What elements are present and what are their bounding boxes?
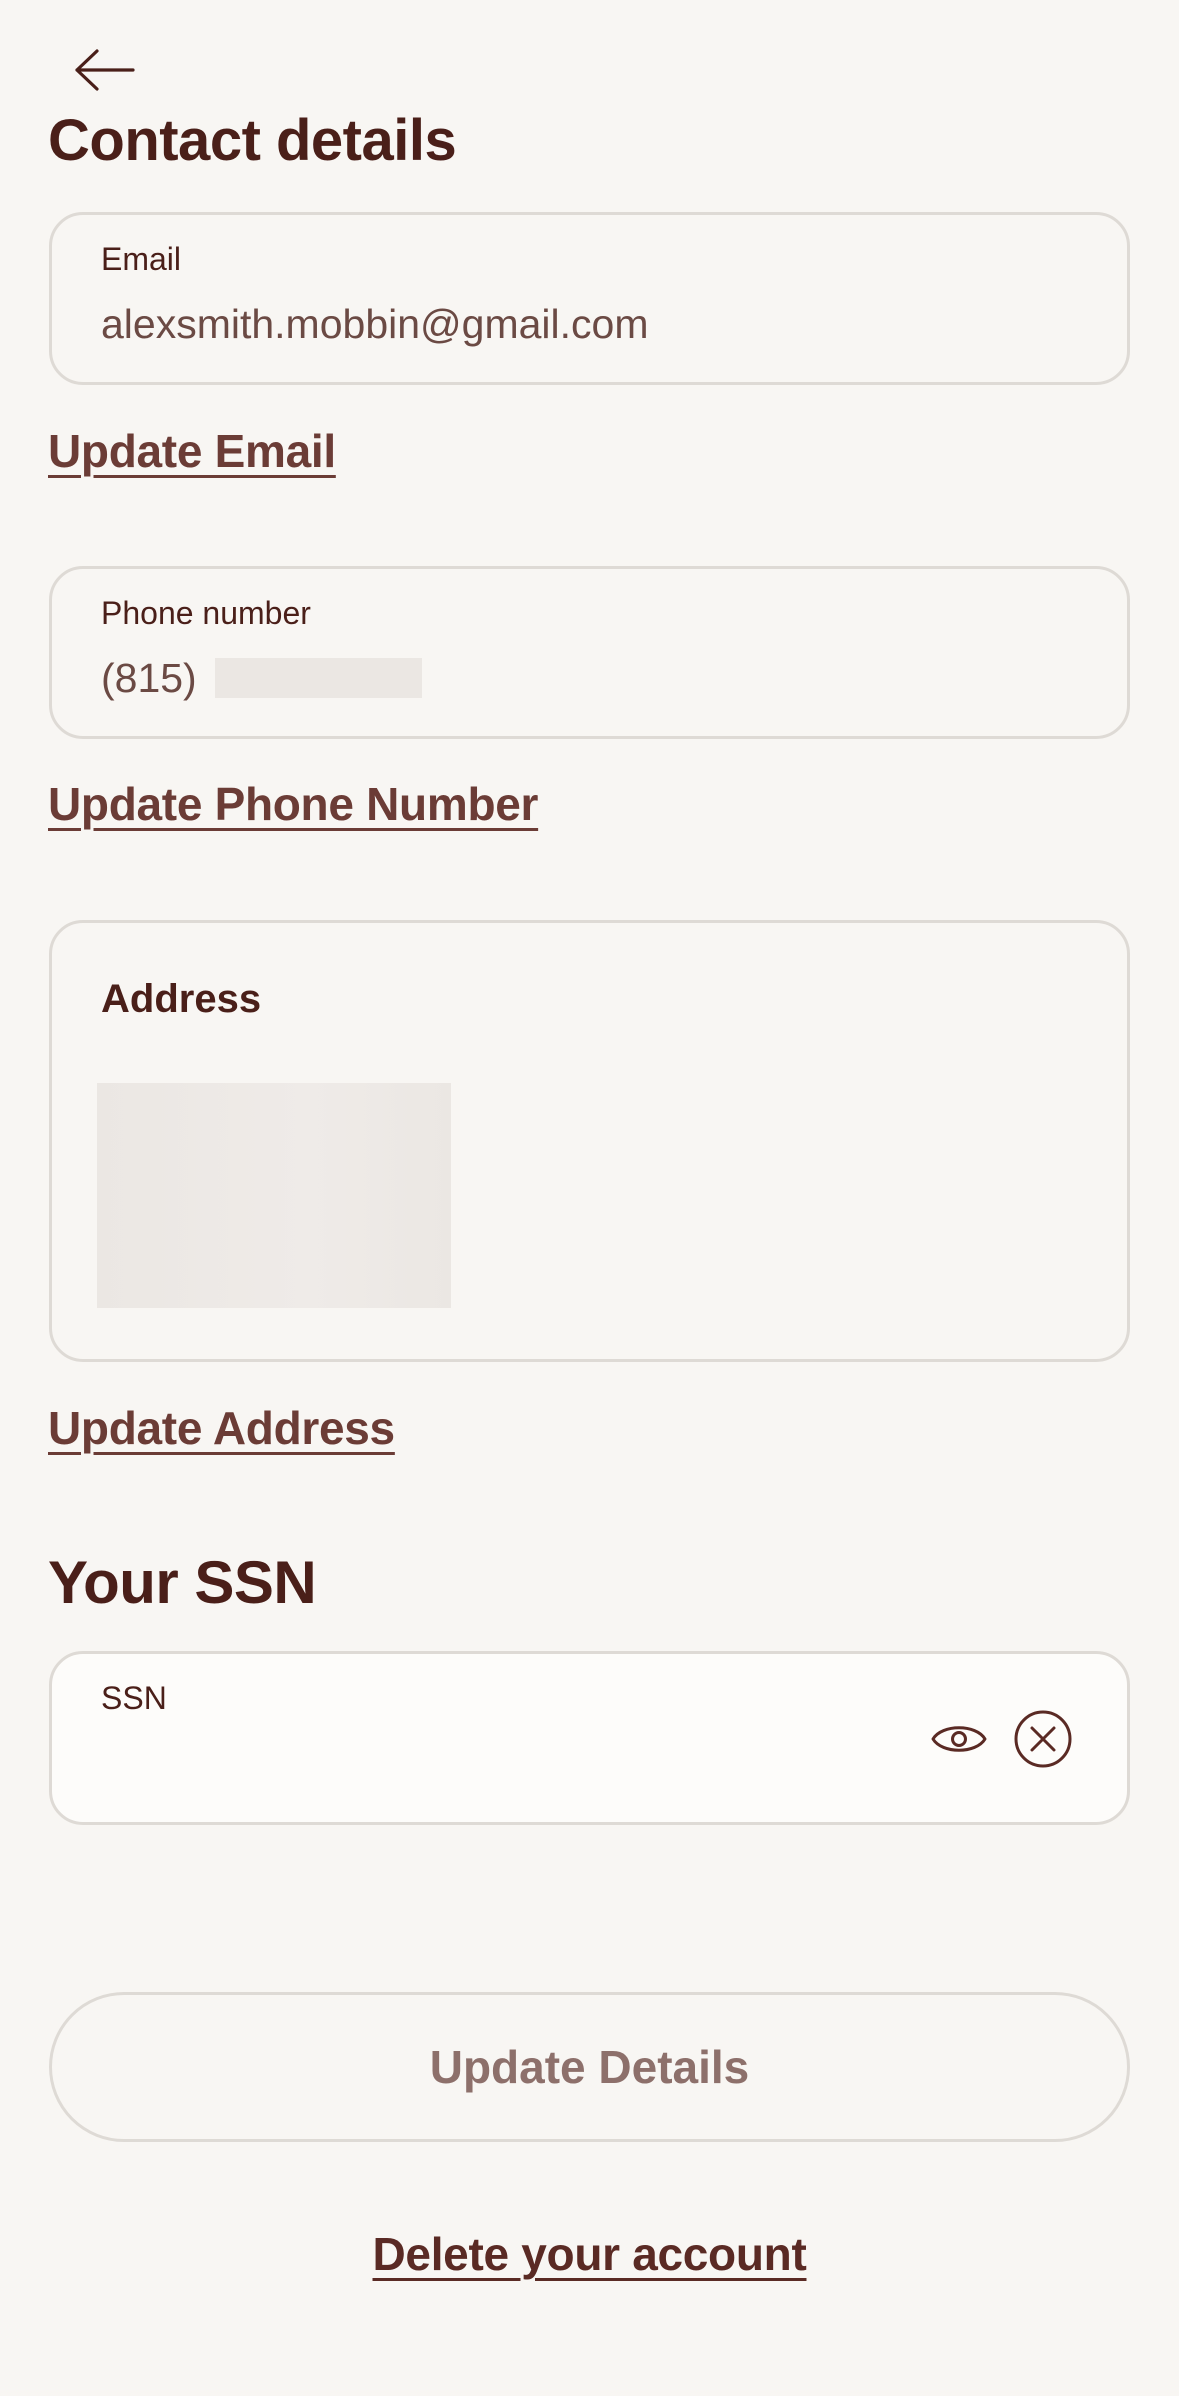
back-button[interactable]: [62, 34, 146, 106]
phone-number-field[interactable]: Phone number (815): [49, 566, 1130, 739]
email-field[interactable]: Email alexsmith.mobbin@gmail.com: [49, 212, 1130, 385]
contact-details-title: Contact details: [48, 108, 457, 168]
update-details-button[interactable]: Update Details: [49, 1992, 1130, 2142]
clear-ssn-button[interactable]: [1010, 1706, 1076, 1772]
update-email-link[interactable]: Update Email: [48, 424, 336, 478]
eye-icon: [931, 1726, 987, 1752]
phone-redaction: [215, 658, 422, 698]
close-circle-icon: [1014, 1710, 1072, 1768]
update-address-link[interactable]: Update Address: [48, 1401, 395, 1455]
phone-number-label: Phone number: [101, 595, 311, 631]
ssn-field[interactable]: SSN: [49, 1651, 1130, 1825]
arrow-left-icon: [75, 49, 135, 91]
email-value[interactable]: alexsmith.mobbin@gmail.com: [101, 301, 648, 348]
phone-number-value[interactable]: (815): [101, 655, 197, 702]
address-redaction: [97, 1083, 451, 1308]
email-label: Email: [101, 241, 182, 277]
delete-account-link[interactable]: Delete your account: [0, 2227, 1179, 2281]
address-label: Address: [101, 977, 262, 1021]
address-card: Address: [49, 920, 1130, 1362]
ssn-section-title: Your SSN: [48, 1549, 317, 1616]
update-phone-number-link[interactable]: Update Phone Number: [48, 777, 538, 831]
show-ssn-button[interactable]: [926, 1706, 992, 1772]
ssn-label: SSN: [101, 1680, 167, 1716]
